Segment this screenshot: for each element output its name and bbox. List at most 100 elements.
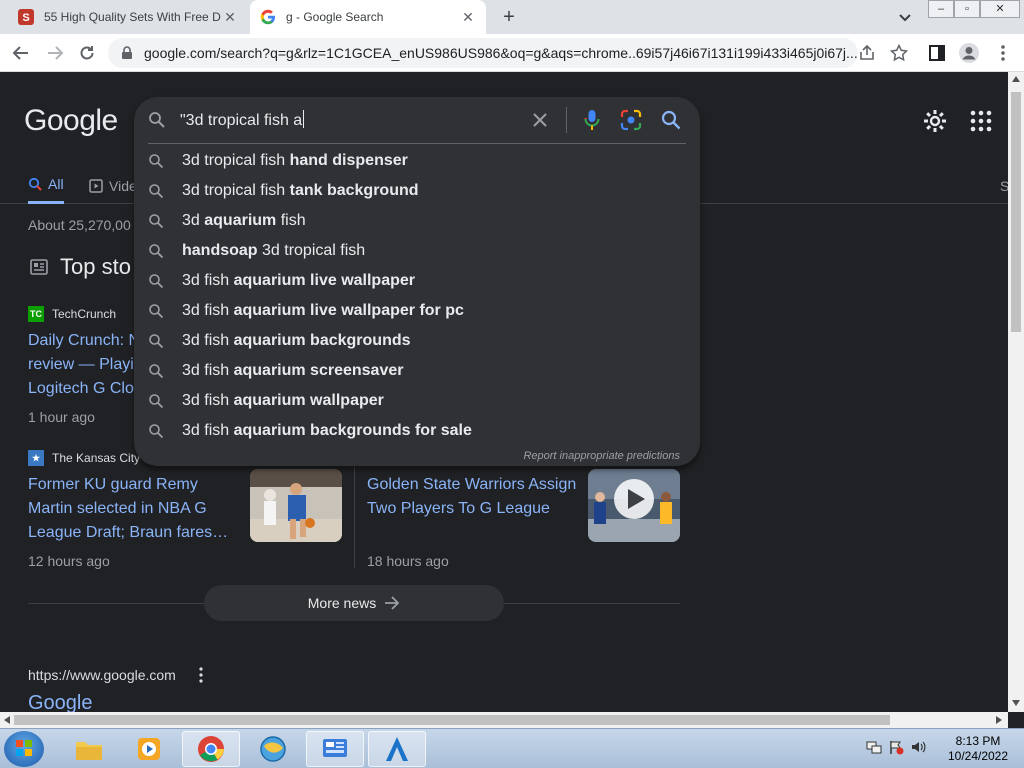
minimize-icon[interactable]: – <box>928 0 954 18</box>
side-panel-icon[interactable] <box>926 42 948 64</box>
search-input[interactable]: "3d tropical fish a <box>180 110 305 130</box>
story-time: 12 hours ago <box>28 553 110 569</box>
tab-inactive[interactable]: S 55 High Quality Sets With Free D ✕ <box>8 0 248 34</box>
suggestion-item[interactable]: 3d fish aquarium backgrounds for sale <box>134 416 700 446</box>
suggestion-text: 3d fish aquarium screensaver <box>182 362 403 380</box>
tab-overflow[interactable]: S <box>1000 168 1008 204</box>
network-icon[interactable] <box>866 739 882 755</box>
taskbar-chrome[interactable] <box>182 731 240 767</box>
result-options-kebab-icon[interactable] <box>196 666 206 684</box>
search-icon <box>149 244 164 259</box>
vertical-scrollbar[interactable] <box>1008 72 1024 712</box>
story-video-thumbnail[interactable] <box>588 469 680 542</box>
search-icon <box>149 154 164 169</box>
windows-start-button[interactable] <box>4 731 44 767</box>
suggestion-bold-part: tank background <box>289 182 419 199</box>
search-icon <box>149 334 164 349</box>
close-tab-icon[interactable]: ✕ <box>460 9 476 25</box>
forward-arrow-icon[interactable] <box>44 42 66 64</box>
suggestion-item[interactable]: 3d fish aquarium screensaver <box>134 356 700 386</box>
action-center-flag-icon[interactable] <box>888 739 904 755</box>
volume-speaker-icon[interactable] <box>910 739 926 755</box>
scroll-left-arrow-icon[interactable] <box>4 716 10 724</box>
headline-line: League Draft; Braun fares… <box>28 524 229 541</box>
maximize-icon[interactable]: ▫ <box>954 0 980 18</box>
search-query-text: "3d tropical fish a <box>180 112 303 129</box>
more-news-button[interactable]: More news <box>204 585 504 621</box>
search-box-divider <box>148 143 686 144</box>
browser-menu-kebab-icon[interactable] <box>992 42 1014 64</box>
story-source-name: The Kansas City <box>52 451 141 465</box>
suggestion-item[interactable]: 3d aquarium fish <box>134 206 700 236</box>
suggestion-bold-part: aquarium wallpaper <box>233 392 384 409</box>
more-news-label: More news <box>307 595 377 611</box>
scroll-up-arrow-icon[interactable] <box>1012 76 1020 82</box>
suggestion-normal-part: 3d tropical fish <box>182 182 290 199</box>
headline-line: review — Playi <box>28 356 134 373</box>
search-submit-icon[interactable] <box>660 109 682 131</box>
story-headline[interactable]: Golden State Warriors Assign Two Players… <box>367 473 576 521</box>
suggestion-item[interactable]: 3d tropical fish tank background <box>134 176 700 206</box>
story-source: TC TechCrunch <box>28 306 116 322</box>
story-source-name: TechCrunch <box>52 307 117 321</box>
globe-app-icon <box>260 736 286 762</box>
taskbar-media-player[interactable] <box>120 731 178 767</box>
taskbar-clock[interactable]: 8:13 PM 10/24/2022 <box>936 734 1020 764</box>
suggestion-bold-part: aquarium backgrounds for sale <box>233 422 472 439</box>
window-close-icon[interactable]: ✕ <box>980 0 1020 18</box>
horizontal-scrollbar[interactable] <box>0 712 1008 728</box>
scroll-right-arrow-icon[interactable] <box>996 716 1002 724</box>
taskbar-browser-app[interactable] <box>244 731 302 767</box>
profile-avatar-icon[interactable] <box>958 42 980 64</box>
story-headline[interactable]: Daily Crunch: N review — Playi Logitech … <box>28 329 140 401</box>
lock-icon <box>122 46 132 59</box>
reload-icon[interactable] <box>76 42 98 64</box>
tab-videos-label: Vide <box>109 178 137 194</box>
horizontal-scroll-thumb[interactable] <box>14 715 890 725</box>
search-icon <box>28 177 42 191</box>
story-thumbnail[interactable] <box>250 469 342 542</box>
google-logo[interactable]: Google <box>24 104 118 138</box>
search-icon <box>149 214 164 229</box>
bookmark-star-icon[interactable] <box>888 42 910 64</box>
media-player-icon <box>138 738 160 760</box>
report-predictions-link[interactable]: Report inappropriate predictions <box>523 450 680 462</box>
suggestion-bold-part: aquarium <box>204 212 277 229</box>
vertical-scroll-thumb[interactable] <box>1011 92 1021 332</box>
taskbar-app-a[interactable] <box>368 731 426 767</box>
suggestion-item[interactable]: handsoap 3d tropical fish <box>134 236 700 266</box>
search-box-separator <box>566 107 567 133</box>
back-arrow-icon[interactable] <box>10 42 32 64</box>
taskbar-file-explorer[interactable] <box>60 731 118 767</box>
text-caret <box>303 110 305 128</box>
headline-line: Two Players To G League <box>367 500 550 517</box>
google-apps-grid-icon[interactable] <box>970 110 992 132</box>
suggestion-item[interactable]: 3d fish aquarium live wallpaper <box>134 266 700 296</box>
search-box[interactable]: "3d tropical fish a <box>134 97 700 143</box>
scroll-down-arrow-icon[interactable] <box>1012 700 1020 706</box>
close-tab-icon[interactable]: ✕ <box>222 9 238 25</box>
voice-search-mic-icon[interactable] <box>582 109 602 131</box>
result-title[interactable]: Google <box>28 692 93 712</box>
share-icon[interactable] <box>856 42 878 64</box>
settings-gear-icon[interactable] <box>922 108 948 134</box>
suggestion-item[interactable]: 3d fish aquarium wallpaper <box>134 386 700 416</box>
arrow-right-icon <box>385 596 400 610</box>
suggestion-item[interactable]: 3d fish aquarium backgrounds <box>134 326 700 356</box>
headline-line: Daily Crunch: N <box>28 332 141 349</box>
suggestion-bold-part: aquarium live wallpaper for pc <box>233 302 464 319</box>
tab-videos[interactable]: Vide <box>89 168 137 204</box>
clear-search-icon[interactable] <box>530 110 550 130</box>
taskbar-control-panel[interactable] <box>306 731 364 767</box>
new-tab-plus-icon[interactable]: + <box>498 6 520 28</box>
google-lens-icon[interactable] <box>620 109 642 131</box>
tab-search-chevron-icon[interactable] <box>896 8 914 26</box>
result-url: https://www.google.com <box>28 667 176 683</box>
suggestion-item[interactable]: 3d tropical fish hand dispenser <box>134 146 700 176</box>
tab-all[interactable]: All <box>28 168 64 204</box>
suggestion-item[interactable]: 3d fish aquarium live wallpaper for pc <box>134 296 700 326</box>
story-headline[interactable]: Former KU guard Remy Martin selected in … <box>28 473 228 545</box>
address-bar[interactable]: google.com/search?q=g&rlz=1C1GCEA_enUS98… <box>108 38 858 68</box>
tab-active[interactable]: g - Google Search ✕ <box>250 0 486 34</box>
headline-line: Golden State Warriors Assign <box>367 476 577 493</box>
